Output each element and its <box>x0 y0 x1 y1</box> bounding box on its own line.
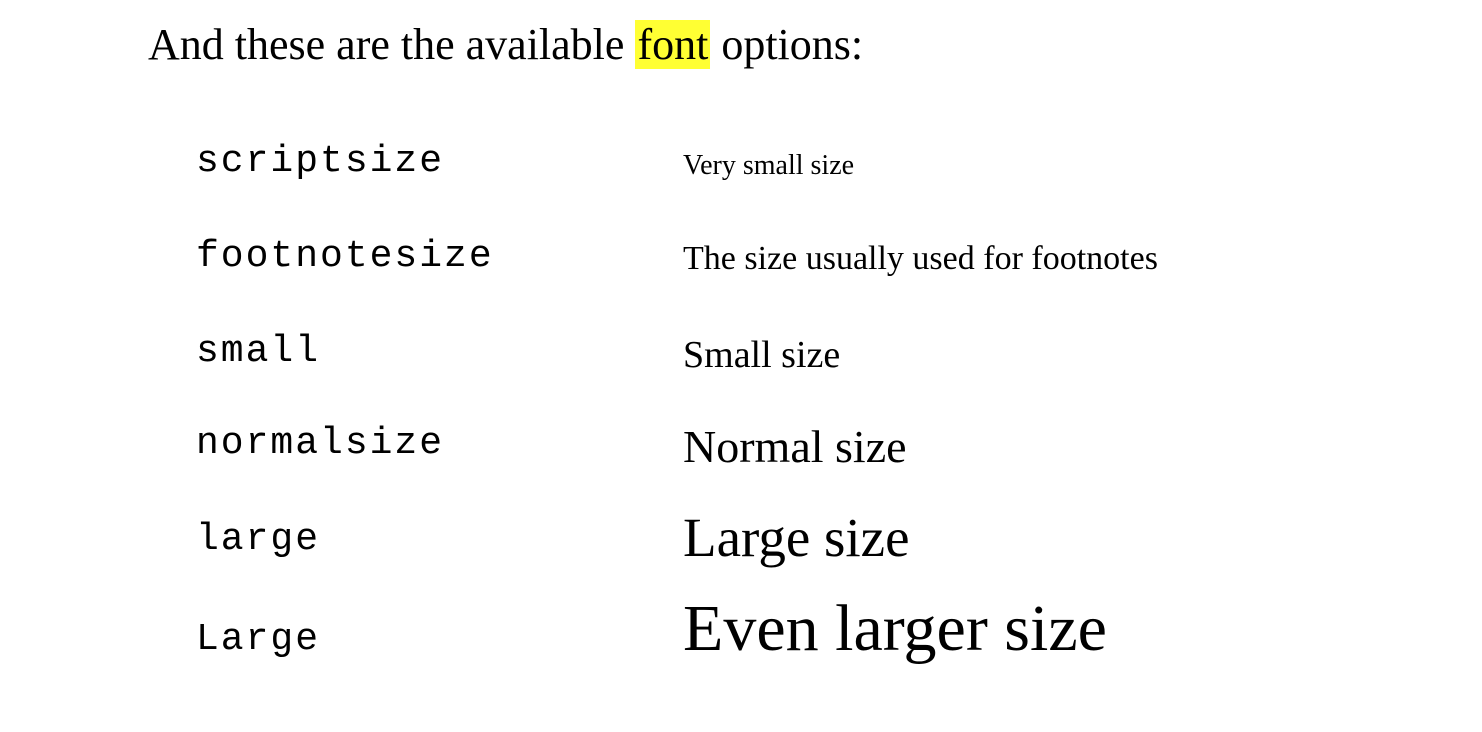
intro-text-after: options: <box>710 20 864 69</box>
option-description: Very small size <box>683 150 855 181</box>
option-row: large Large size <box>0 507 1482 578</box>
option-row: Large Even larger size <box>0 592 1482 678</box>
intro-sentence: And these are the available font options… <box>148 18 863 72</box>
option-command: normalsize <box>196 422 445 465</box>
option-command: Large <box>196 618 321 661</box>
option-description: Normal size <box>683 421 907 472</box>
option-description: Even larger size <box>683 592 1107 665</box>
option-command: small <box>196 330 321 373</box>
option-command: large <box>196 518 321 561</box>
option-row: small Small size <box>0 330 1482 390</box>
option-row: scriptsize Very small size <box>0 140 1482 200</box>
intro-text-before: And these are the available <box>148 20 636 69</box>
option-command: footnotesize <box>196 235 494 278</box>
highlighted-word: font <box>635 20 711 69</box>
option-row: normalsize Normal size <box>0 421 1482 482</box>
option-description: Large size <box>683 507 910 568</box>
option-description: Small size <box>683 334 841 376</box>
option-command: scriptsize <box>196 140 445 183</box>
option-description: The size usually used for footnotes <box>683 240 1158 277</box>
option-row: footnotesize The size usually used for f… <box>0 235 1482 295</box>
